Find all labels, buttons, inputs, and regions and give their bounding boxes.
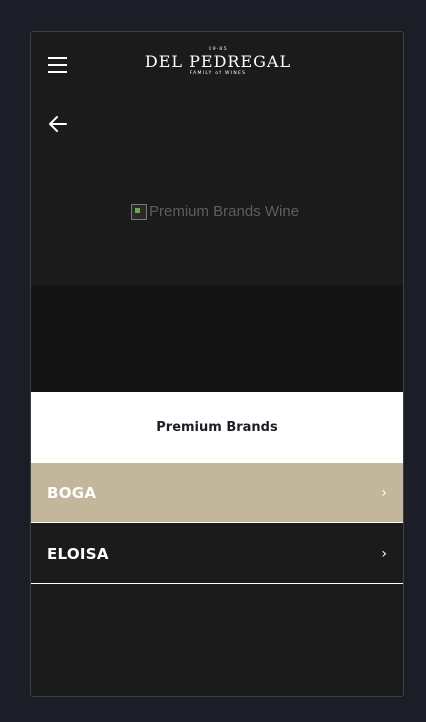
brand-item-eloisa[interactable]: ELOISA › <box>31 524 403 584</box>
app-frame: 19·85 DEL PEDREGAL FAMILY of WINES Premi… <box>30 31 404 697</box>
broken-image-icon <box>131 204 147 220</box>
brand-item-label: ELOISA <box>47 544 109 563</box>
section-title: Premium Brands <box>31 392 403 463</box>
brand-item-label: BOGA <box>47 483 97 502</box>
hamburger-menu-icon[interactable] <box>48 56 68 74</box>
brand-logo[interactable]: 19·85 DEL PEDREGAL FAMILY of WINES <box>135 46 301 82</box>
section-title-text: Premium Brands <box>156 420 278 435</box>
app-header: 19·85 DEL PEDREGAL FAMILY of WINES <box>31 32 403 96</box>
arrow-left-icon <box>49 116 67 132</box>
chevron-right-icon: › <box>381 484 387 501</box>
logo-tagline: FAMILY of WINES <box>189 71 247 76</box>
brand-item-boga[interactable]: BOGA › <box>31 463 403 523</box>
logo-name: DEL PEDREGAL <box>144 52 292 71</box>
hero-backdrop <box>31 286 403 392</box>
back-button[interactable] <box>46 112 70 136</box>
hero-image: Premium Brands Wine <box>131 200 321 224</box>
hero-image-alt: Premium Brands Wine <box>149 203 300 220</box>
chevron-right-icon: › <box>381 545 387 562</box>
